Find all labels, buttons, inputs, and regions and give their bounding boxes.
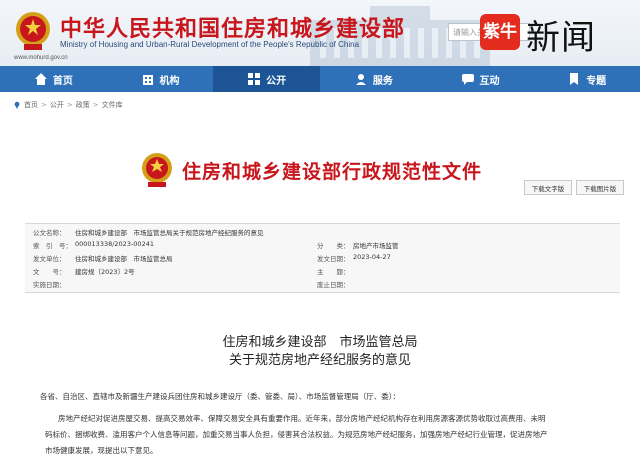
doc-banner-title: 住房和城乡建设部行政规范性文件 [182, 160, 483, 183]
nav-item-agency[interactable]: 机构 [107, 66, 214, 92]
table-row: 公文名称： 住房和城乡建设部 市场监管总局关于规范房地产经纪服务的意见 [25, 227, 620, 239]
breadcrumb-public[interactable]: 公开 [50, 100, 64, 110]
meta-value: 2023-04-27 [353, 253, 391, 261]
nav-label: 公开 [266, 75, 287, 87]
table-row: 发文单位： 住房和城乡建设部 市场监管总局 发文日期： 2023-04-27 [25, 253, 620, 265]
meta-value: 建房规〔2023〕2号 [75, 268, 135, 276]
location-pin-icon [14, 101, 20, 109]
meta-label: 废止日期： [317, 281, 350, 289]
nav-label: 首页 [52, 75, 73, 87]
breadcrumb-separator: > [66, 101, 73, 109]
news-logo-badge: 紫牛 [480, 14, 520, 50]
table-row: 文 号： 建房规〔2023〕2号 主 题： [25, 266, 620, 278]
nav-label: 服务 [372, 75, 393, 87]
nav-label: 机构 [159, 75, 180, 87]
main-nav: 首页 机构 公开 服务 互动 专题 [0, 66, 640, 92]
nav-item-interact[interactable]: 互动 [427, 66, 534, 92]
nav-item-topics[interactable]: 专题 [533, 66, 640, 92]
building-icon [142, 75, 153, 85]
breadcrumb-library[interactable]: 文件库 [102, 100, 123, 110]
meta-value: 000013338/2023-00241 [75, 240, 154, 248]
national-emblem-icon[interactable] [14, 10, 52, 52]
news-logo-text: 新闻 [526, 18, 596, 58]
breadcrumb-separator: > [92, 101, 99, 109]
download-text-button[interactable]: 下载文字版 [524, 180, 572, 195]
breadcrumb-home[interactable]: 首页 [24, 100, 38, 110]
breadcrumb-policy[interactable]: 政策 [76, 100, 90, 110]
national-emblem-icon [142, 153, 172, 187]
nav-label: 互动 [479, 75, 500, 87]
article-title-line1: 住房和城乡建设部 市场监管总局 [222, 335, 418, 350]
breadcrumb: 首页 > 公开 > 政策 > 文件库 [13, 100, 123, 110]
chat-icon [461, 74, 474, 85]
nav-label: 专题 [586, 75, 607, 87]
table-row: 索 引 号： 000013338/2023-00241 分 类： 房地产市场监管 [25, 240, 620, 252]
meta-label: 发文单位： [33, 255, 66, 263]
download-image-button[interactable]: 下载图片版 [576, 180, 624, 195]
breadcrumb-separator: > [41, 101, 47, 109]
article-paragraph-line: 房地产经纪对促进房屋交易、提高交易效率、保障交易安全具有重要作用。近年来，部分房… [58, 414, 546, 423]
nav-item-home[interactable]: 首页 [0, 66, 107, 92]
service-icon [355, 74, 366, 85]
site-url: www.mohurd.gov.cn [14, 55, 68, 61]
meta-label: 公文名称： [33, 229, 66, 237]
bookmark-icon [570, 73, 579, 85]
meta-value: 住房和城乡建设部 市场监管总局 [75, 255, 173, 263]
table-row: 实施日期： 废止日期： [25, 279, 620, 291]
article-title-line2: 关于规范房地产经纪服务的意见 [228, 353, 411, 368]
meta-label: 发文日期： [317, 255, 350, 263]
meta-label: 实施日期： [33, 281, 66, 289]
site-subtitle: Ministry of Housing and Urban-Rural Deve… [60, 40, 360, 49]
article-salutation: 各省、自治区、直辖市及新疆生产建设兵团住房和城乡建设厅（委、管委、局）、市场监督… [40, 392, 400, 401]
doc-banner: 住房和城乡建设部行政规范性文件 [140, 152, 482, 188]
meta-value: 房地产市场监管 [353, 242, 399, 250]
meta-label: 索 引 号： [33, 242, 72, 250]
article-paragraph-line: 码标价、捆绑收费、滥用客户个人信息等问题，加重交易当事人负担，侵害其合法权益。为… [45, 430, 548, 439]
grid-icon [248, 73, 261, 85]
meta-label: 主 题： [317, 268, 350, 276]
home-icon [34, 73, 47, 85]
meta-label: 分 类： [317, 242, 350, 250]
doc-metadata-table: 公文名称： 住房和城乡建设部 市场监管总局关于规范房地产经纪服务的意见 索 引 … [25, 223, 620, 293]
meta-label: 文 号： [33, 268, 66, 276]
meta-value: 住房和城乡建设部 市场监管总局关于规范房地产经纪服务的意见 [75, 229, 264, 237]
article-paragraph-line: 市场健康发展，现提出以下意见。 [45, 446, 158, 455]
nav-item-service[interactable]: 服务 [320, 66, 427, 92]
nav-item-public[interactable]: 公开 [213, 66, 321, 92]
site-header: 中华人民共和国住房和城乡建设部 Ministry of Housing and … [0, 0, 640, 66]
site-title[interactable]: 中华人民共和国住房和城乡建设部 [60, 11, 405, 43]
